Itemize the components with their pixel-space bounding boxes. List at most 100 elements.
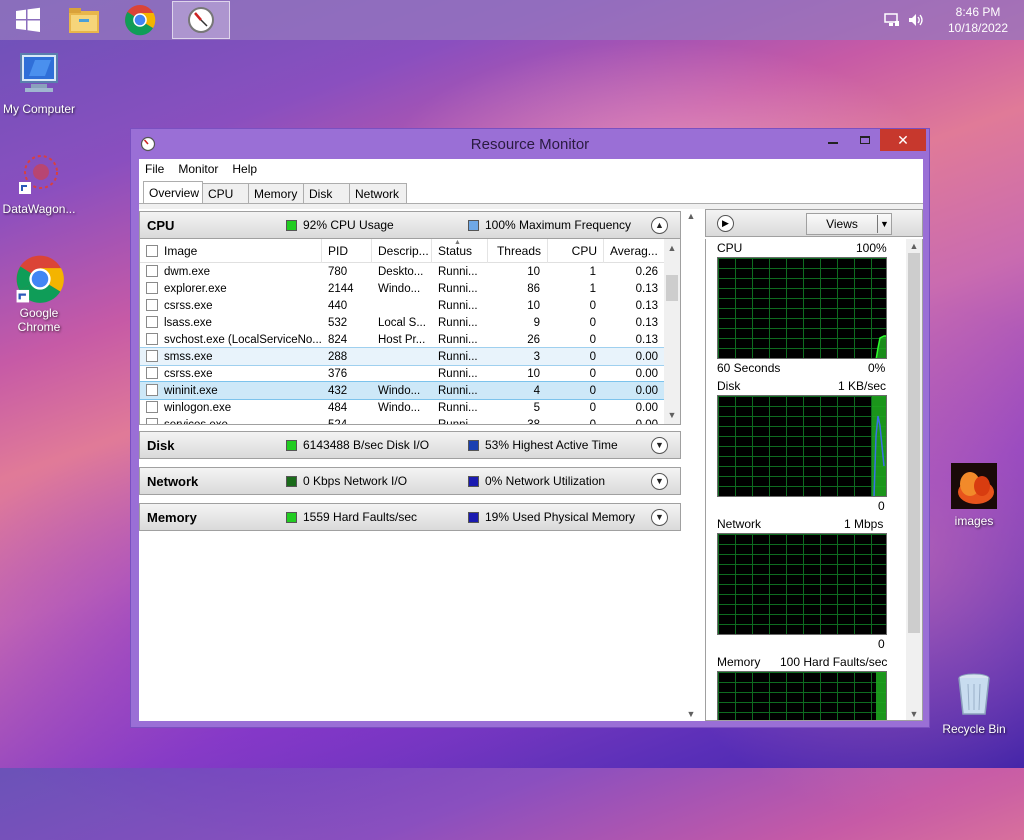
memory-section-header[interactable]: Memory 1559 Hard Faults/sec 19% Used Phy… xyxy=(139,503,681,531)
disk-graph-title: Disk xyxy=(717,379,741,393)
window-title: Resource Monitor xyxy=(470,136,590,153)
views-dropdown[interactable]: Views ▼ xyxy=(806,213,892,235)
scroll-down-icon[interactable]: ▼ xyxy=(906,707,922,720)
cell-desc: Windo... xyxy=(378,401,421,414)
row-checkbox[interactable] xyxy=(146,265,158,277)
close-icon: ✕ xyxy=(897,131,909,148)
graphs-panel: ▶ Views ▼ CPU 100% 60 Seconds 0% Disk 1 … xyxy=(705,209,923,721)
scroll-down-icon[interactable]: ▼ xyxy=(683,707,699,721)
desktop-icon-my-computer[interactable]: My Computer xyxy=(0,50,81,116)
table-row[interactable]: explorer.exe 2144 Windo... Runni... 86 1 0.13 xyxy=(140,280,680,297)
taskbar-resource-monitor[interactable] xyxy=(172,1,230,39)
volume-icon[interactable] xyxy=(908,12,924,28)
column-status[interactable]: Status ▲ xyxy=(432,239,488,263)
cell-desc: Local S... xyxy=(378,316,426,329)
cell-pid: 440 xyxy=(328,299,348,312)
network-section-header[interactable]: Network 0 Kbps Network I/O 0% Network Ut… xyxy=(139,467,681,495)
overview-scrollbar[interactable]: ▲ ▼ xyxy=(683,209,699,721)
table-row[interactable]: csrss.exe 376 Runni... 10 0 0.00 xyxy=(140,365,680,382)
desktop-icon-recycle-bin[interactable]: Recycle Bin xyxy=(932,670,1016,736)
close-button[interactable]: ✕ xyxy=(880,129,926,151)
desktop-icon-google-chrome[interactable]: Google Chrome xyxy=(0,254,81,334)
column-pid[interactable]: PID xyxy=(322,239,372,263)
menu-monitor[interactable]: Monitor xyxy=(178,162,218,176)
table-row[interactable]: svchost.exe (LocalServiceNo... 824 Host Pr… xyxy=(140,331,680,348)
clock-time: 8:46 PM xyxy=(955,5,1001,19)
cell-cpu: 0 xyxy=(589,316,596,329)
desktop-icon-label: DataWagon... xyxy=(2,202,76,216)
menu-help[interactable]: Help xyxy=(232,162,257,176)
select-all-checkbox[interactable] xyxy=(146,244,158,257)
scroll-down-icon[interactable]: ▼ xyxy=(664,408,680,422)
row-checkbox[interactable] xyxy=(146,350,158,362)
tab-memory[interactable]: Memory xyxy=(248,183,304,203)
cell-cpu: 0 xyxy=(589,384,596,397)
memory-used-legend: 19% Used Physical Memory xyxy=(468,510,635,524)
scroll-up-icon[interactable]: ▲ xyxy=(683,209,699,223)
clock[interactable]: 8:46 PM 10/18/2022 xyxy=(938,4,1018,36)
table-row[interactable]: lsass.exe 532 Local S... Runni... 9 0 0.13 xyxy=(140,314,680,331)
desktop-icon-datawagon[interactable]: DataWagon... xyxy=(0,150,81,216)
expand-network-button[interactable]: ▼ xyxy=(651,472,668,490)
collapse-graphs-button[interactable]: ▶ xyxy=(717,215,734,232)
expand-disk-button[interactable]: ▼ xyxy=(651,436,668,454)
minimize-button[interactable] xyxy=(819,129,847,151)
taskbar-file-explorer[interactable] xyxy=(56,0,112,40)
legend-swatch-dark-green xyxy=(286,475,297,487)
cpu-section-header[interactable]: CPU 92% CPU Usage 100% Maximum Frequency… xyxy=(139,211,681,239)
expand-memory-button[interactable]: ▼ xyxy=(651,508,668,526)
table-row[interactable]: csrss.exe 440 Runni... 10 0 0.13 xyxy=(140,297,680,314)
collapse-cpu-button[interactable]: ▲ xyxy=(651,216,668,234)
scroll-up-icon[interactable]: ▲ xyxy=(664,241,680,255)
dropdown-arrow-icon: ▼ xyxy=(877,215,891,233)
row-checkbox[interactable] xyxy=(146,367,158,379)
column-cpu[interactable]: CPU xyxy=(548,239,604,263)
maximize-button[interactable] xyxy=(851,129,879,151)
cpu-section-title: CPU xyxy=(147,217,175,233)
column-threads[interactable]: Threads xyxy=(488,239,548,263)
table-row[interactable]: wininit.exe 432 Windo... Runni... 4 0 0.00 xyxy=(140,381,680,400)
graphs-scrollbar[interactable]: ▲ ▼ xyxy=(906,239,922,720)
row-checkbox[interactable] xyxy=(146,401,158,413)
row-checkbox[interactable] xyxy=(146,282,158,294)
resource-monitor-icon xyxy=(188,7,214,33)
disk-graph xyxy=(717,395,887,497)
table-row[interactable]: services.exe 524 Runni... 38 0 0.00 xyxy=(140,416,680,424)
cell-cpu: 1 xyxy=(589,265,596,278)
taskbar-chrome[interactable] xyxy=(112,0,168,40)
cpu-graph-time: 60 Seconds xyxy=(717,361,781,375)
tab-cpu[interactable]: CPU xyxy=(202,183,249,203)
column-average[interactable]: Averag... xyxy=(604,239,666,263)
cell-threads: 5 xyxy=(533,401,540,414)
row-checkbox[interactable] xyxy=(146,333,158,345)
start-button[interactable] xyxy=(0,0,56,40)
network-icon[interactable] xyxy=(884,12,900,28)
tab-overview[interactable]: Overview xyxy=(143,181,203,203)
chevron-down-icon: ▼ xyxy=(655,476,664,486)
cell-cpu: 0 xyxy=(589,299,596,312)
title-bar[interactable]: Resource Monitor ✕ xyxy=(131,129,929,159)
scroll-thumb[interactable] xyxy=(666,275,678,301)
cell-pid: 780 xyxy=(328,265,348,278)
row-checkbox[interactable] xyxy=(146,316,158,328)
scroll-up-icon[interactable]: ▲ xyxy=(906,239,922,253)
tab-disk[interactable]: Disk xyxy=(303,183,350,203)
row-checkbox[interactable] xyxy=(146,418,158,424)
tab-network[interactable]: Network xyxy=(349,183,407,203)
legend-swatch-green xyxy=(286,511,297,523)
desktop-icon-images[interactable]: images xyxy=(932,462,1016,528)
table-scrollbar[interactable]: ▲ ▼ xyxy=(664,239,680,424)
menu-file[interactable]: File xyxy=(145,162,164,176)
column-image[interactable]: Image xyxy=(140,239,322,263)
graphs-scroll-thumb[interactable] xyxy=(908,253,920,633)
row-checkbox[interactable] xyxy=(146,299,158,311)
table-row[interactable]: winlogon.exe 484 Windo... Runni... 5 0 0.00 xyxy=(140,399,680,416)
cell-image: lsass.exe xyxy=(140,316,322,329)
table-row[interactable]: smss.exe 288 Runni... 3 0 0.00 xyxy=(140,347,680,366)
recycle-bin-icon xyxy=(950,670,998,718)
table-row[interactable]: dwm.exe 780 Deskto... Runni... 10 1 0.26 xyxy=(140,263,680,280)
row-checkbox[interactable] xyxy=(146,384,158,396)
column-description[interactable]: Descrip... xyxy=(372,239,432,263)
disk-section-header[interactable]: Disk 6143488 B/sec Disk I/O 53% Highest … xyxy=(139,431,681,459)
network-graph-title: Network xyxy=(717,517,762,531)
